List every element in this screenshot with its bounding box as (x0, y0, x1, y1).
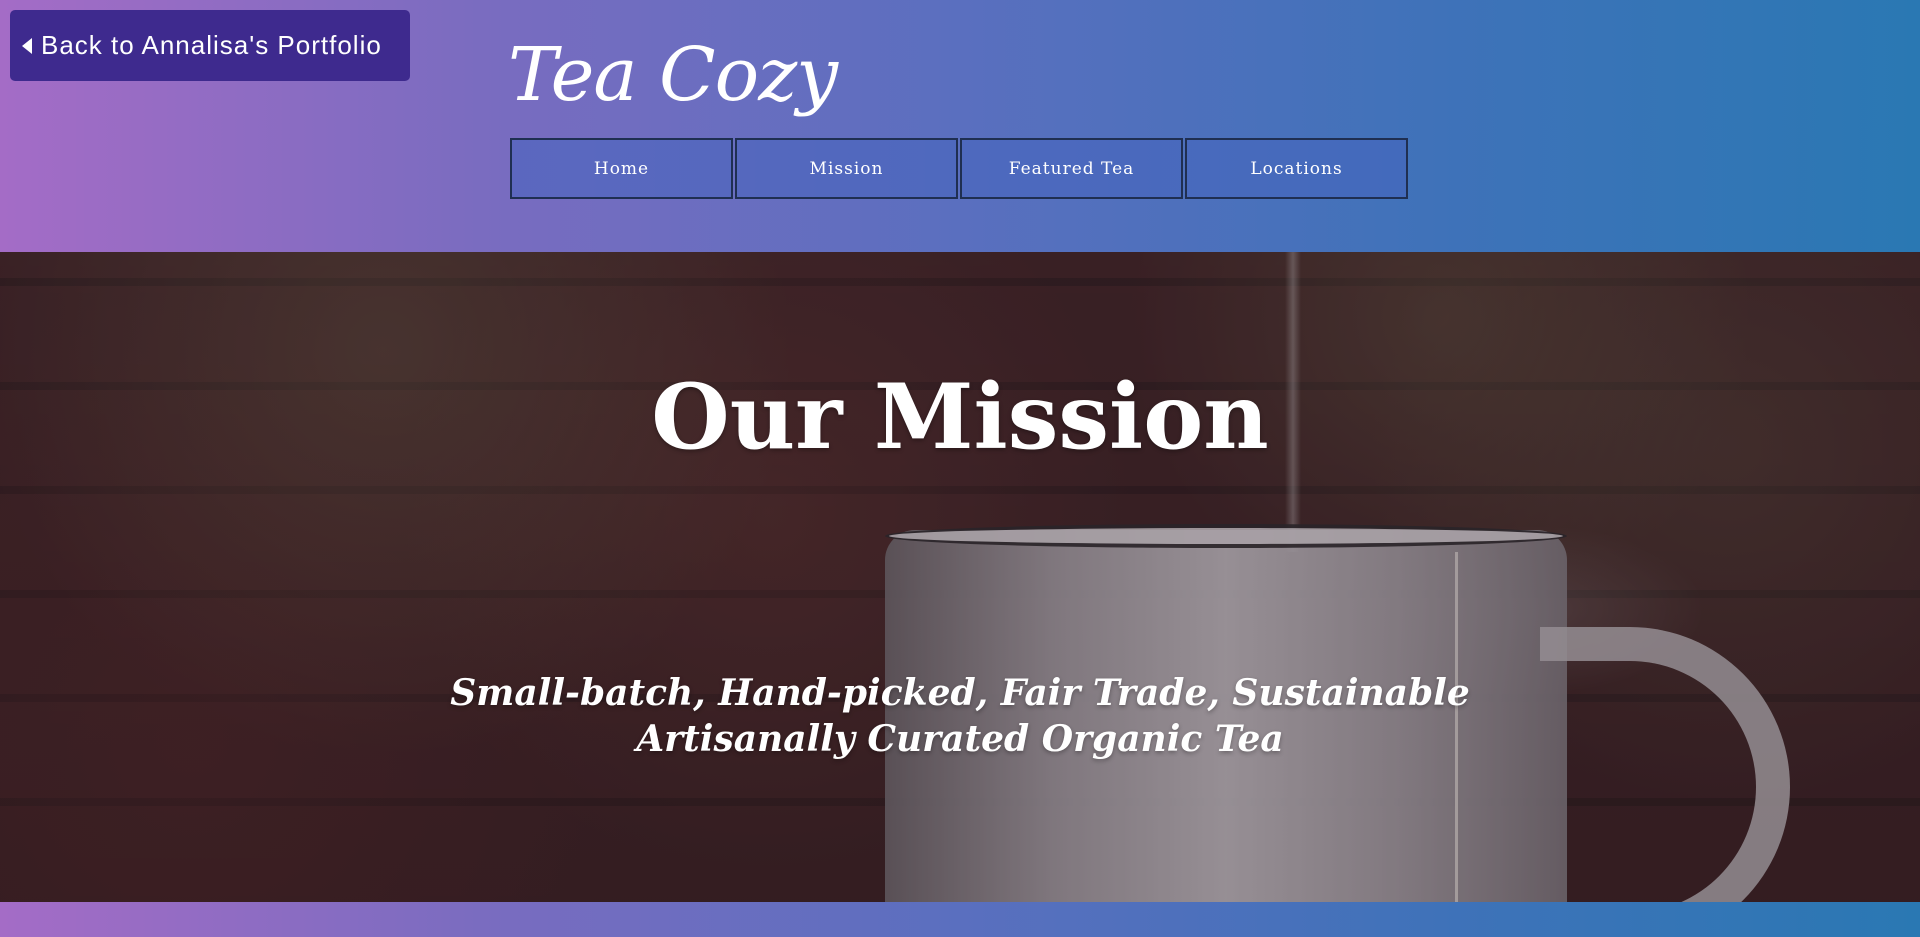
hero-title: Our Mission (651, 364, 1269, 470)
caret-left-icon (22, 37, 32, 54)
nav-item-featured-tea[interactable]: Featured Tea (960, 138, 1183, 199)
main-nav: Home Mission Featured Tea Locations (510, 138, 1410, 199)
nav-item-locations[interactable]: Locations (1185, 138, 1408, 199)
back-button-label: Back to Annalisa's Portfolio (41, 30, 382, 60)
nav-item-mission[interactable]: Mission (735, 138, 958, 199)
back-to-portfolio-button[interactable]: Back to Annalisa's Portfolio (10, 10, 410, 81)
hero-section: Our Mission Small-batch, Hand-picked, Fa… (0, 252, 1920, 902)
hero-subtitle: Small-batch, Hand-picked, Fair Trade, Su… (450, 672, 1470, 760)
site-logo[interactable]: Tea Cozy (508, 38, 838, 112)
hero-overlay (0, 252, 1920, 902)
nav-item-home[interactable]: Home (510, 138, 733, 199)
